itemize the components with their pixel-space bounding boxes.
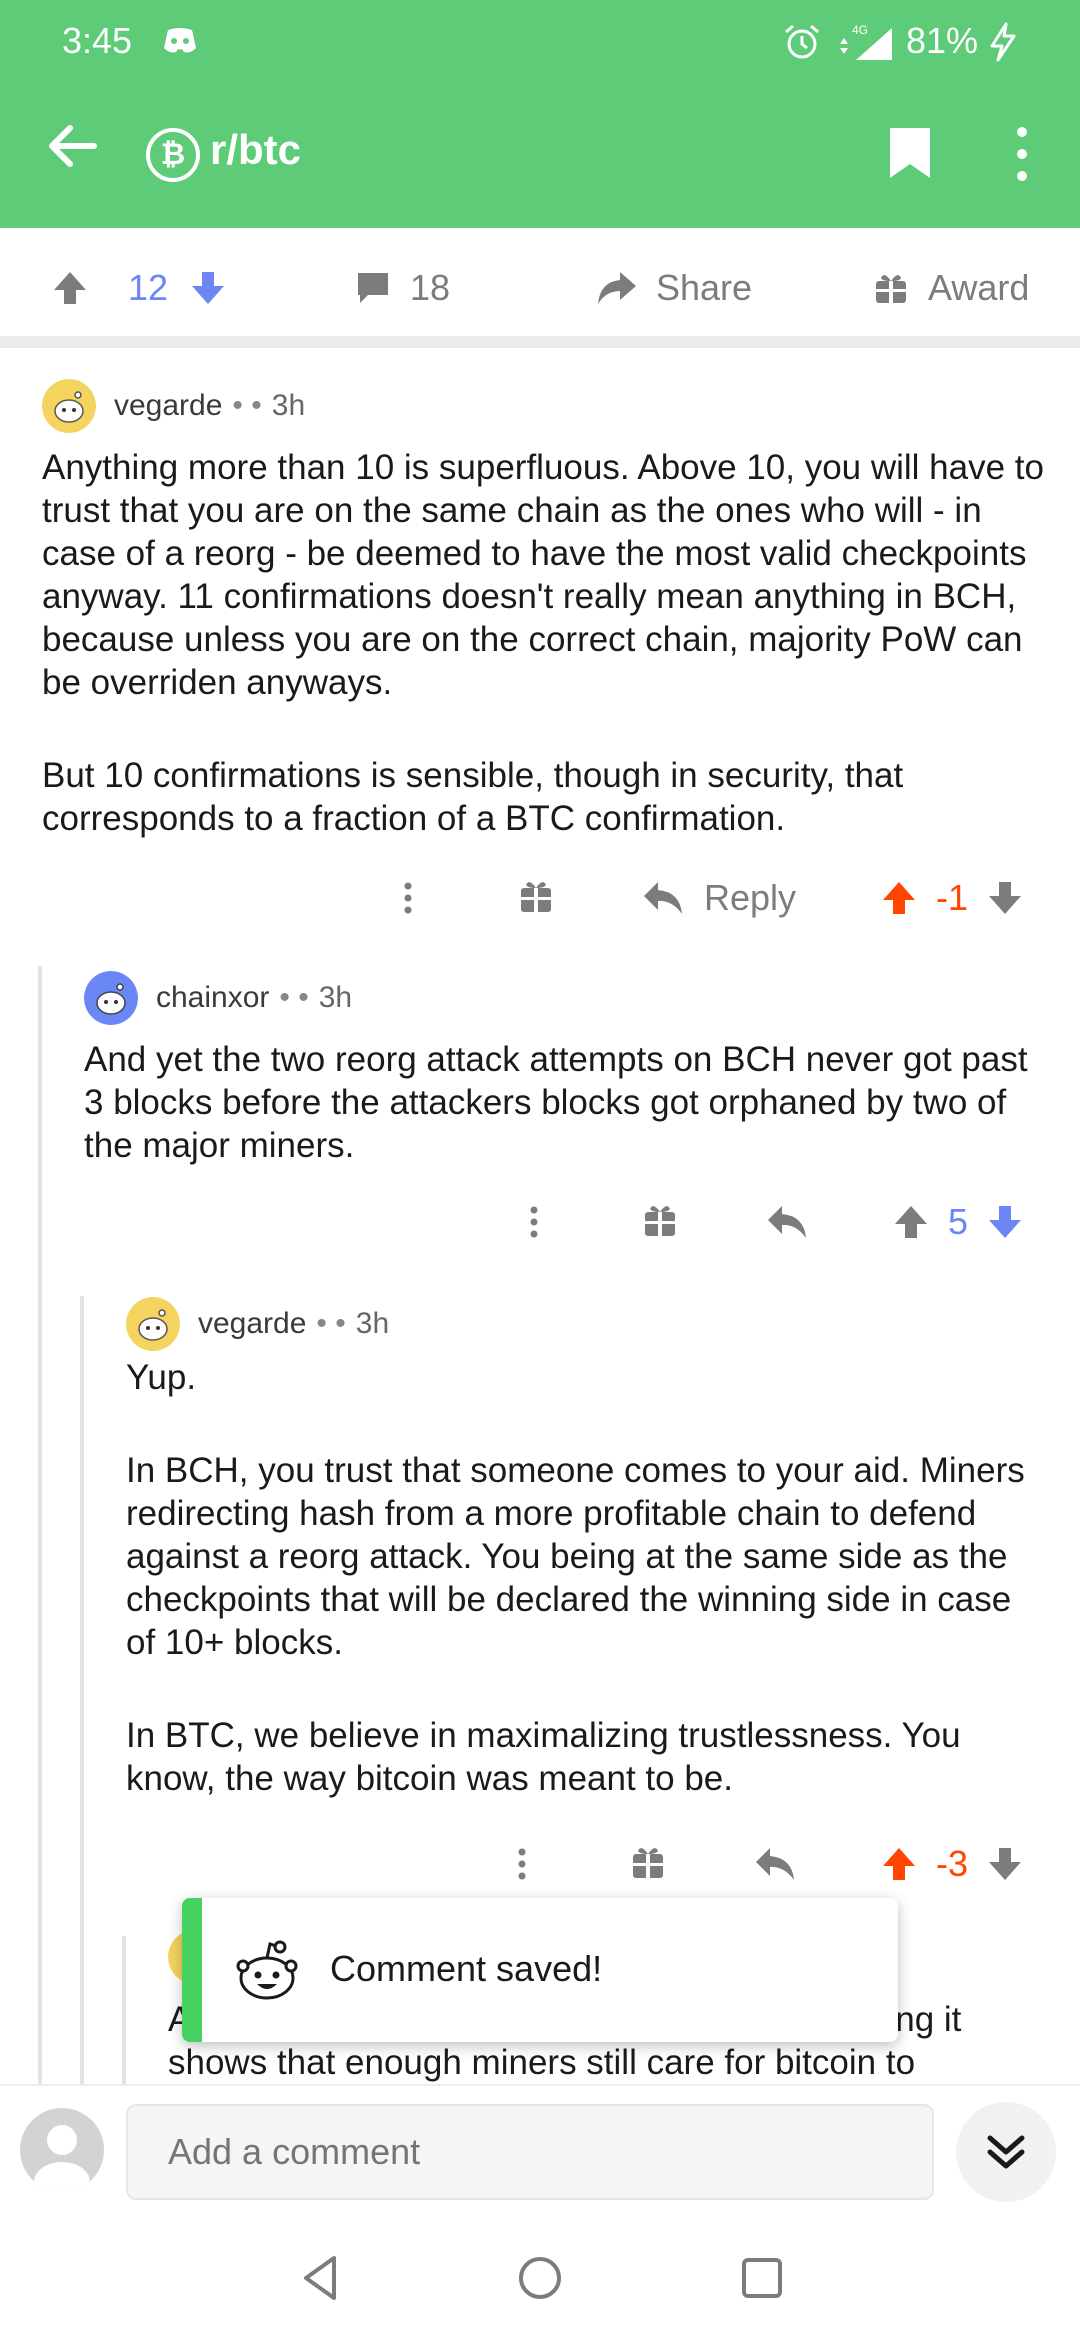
toast-message: Comment saved! [330, 1948, 603, 1989]
comment-header: chainxor • • 3h [84, 970, 1044, 1026]
back-arrow-icon[interactable] [44, 118, 100, 174]
upvote-icon[interactable] [892, 1202, 930, 1242]
comment: chainxor • • 3h And yet the two reorg at… [84, 970, 1044, 1167]
comment-actions: -3 [0, 1834, 1080, 1894]
thread-line[interactable] [122, 1936, 126, 2086]
divider [0, 336, 1080, 348]
nav-home-icon[interactable] [512, 2250, 568, 2306]
reply-button[interactable]: Reply [642, 868, 796, 928]
downvote-icon[interactable] [986, 878, 1024, 918]
comment-header: vegarde • • 3h [42, 378, 1052, 434]
comment-paragraph: In BTC, we believe in maximalizing trust… [126, 1716, 961, 1798]
comment-author[interactable]: vegarde [198, 1307, 306, 1341]
gift-icon [876, 275, 906, 303]
snoo-icon [236, 1940, 298, 2000]
upvote-icon[interactable] [50, 268, 90, 308]
comment-score: -1 [936, 877, 969, 918]
comment: vegarde • • 3h Anything more than 10 is … [42, 378, 1052, 840]
separator-dot: • • [279, 981, 309, 1014]
comment-age: 3h [318, 981, 353, 1014]
post-score: 12 [128, 267, 169, 308]
more-options-icon[interactable] [510, 1834, 534, 1894]
thread-line[interactable] [80, 1296, 84, 2086]
status-bar: 3:45 4G 81% [0, 0, 1080, 80]
separator-dot: • • [232, 389, 262, 422]
comment-paragraph: Anything more than 10 is superfluous. Ab… [42, 448, 1044, 702]
avatar[interactable] [84, 971, 138, 1025]
comment-age: 3h [355, 1307, 390, 1340]
system-nav-bar [0, 2216, 1080, 2340]
downvote-icon[interactable] [986, 1844, 1024, 1884]
more-options-icon[interactable] [522, 1192, 546, 1252]
comment-score: 5 [948, 1201, 969, 1242]
comment-bubble-icon [358, 273, 388, 303]
avatar[interactable] [42, 379, 96, 433]
app-header: 3:45 4G 81% ₿ r/btc [0, 0, 1080, 228]
award-label: Award [928, 267, 1030, 308]
comments-count: 18 [410, 267, 451, 308]
comment-author[interactable]: vegarde [114, 389, 222, 423]
share-arrow-icon [598, 272, 636, 304]
comment-composer-bar [0, 2084, 1080, 2216]
gift-icon[interactable] [518, 868, 554, 928]
comment-vote-group: -3 [880, 1834, 1024, 1894]
battery-level: 81% [906, 20, 979, 61]
comment-paragraph: But 10 confirmations is sensible, though… [42, 756, 904, 838]
reply-arrow-icon[interactable] [754, 1834, 796, 1894]
comment-author[interactable]: chainxor [156, 981, 269, 1015]
comment-actions: Reply -1 [0, 868, 1080, 928]
discord-icon [164, 28, 196, 53]
alarm-icon [785, 24, 819, 59]
downvote-icon[interactable] [986, 1202, 1024, 1242]
comment-text-fragment: shows that enough miners still care for … [168, 2043, 916, 2082]
user-avatar[interactable] [20, 2108, 104, 2192]
more-options-icon[interactable] [396, 868, 420, 928]
reply-label: Reply [704, 877, 797, 918]
nav-recents-icon[interactable] [734, 2250, 790, 2306]
nav-back-icon[interactable] [294, 2250, 350, 2306]
comment-paragraph: In BCH, you trust that someone comes to … [126, 1451, 1025, 1662]
comment-body: Anything more than 10 is superfluous. Ab… [42, 446, 1052, 840]
toast-notification[interactable]: Comment saved! [182, 1898, 898, 2042]
separator-dot: • • [316, 1307, 346, 1340]
post-vote-group: 12 [50, 258, 246, 318]
bookmark-icon[interactable] [886, 124, 934, 182]
subreddit-icon[interactable]: ₿ [146, 128, 200, 182]
comment-paragraph: And yet the two reorg attack attempts on… [84, 1040, 1028, 1165]
gift-icon[interactable] [630, 1834, 666, 1894]
comments-button[interactable]: 18 [354, 258, 450, 318]
svg-text:4G: 4G [852, 23, 868, 37]
share-label: Share [656, 267, 753, 308]
avatar[interactable] [126, 1297, 180, 1351]
post-action-bar: 12 18 Share Award [0, 228, 1080, 348]
comment-body: And yet the two reorg attack attempts on… [84, 1038, 1044, 1167]
signal-icon: 4G [840, 23, 892, 60]
upvote-icon[interactable] [880, 878, 918, 918]
share-button[interactable]: Share [596, 258, 752, 318]
comment-vote-group: 5 [892, 1192, 1024, 1252]
thread-line[interactable] [38, 966, 42, 2086]
toast-accent-bar [182, 1898, 202, 2042]
comment-age: 3h [271, 389, 306, 422]
jump-next-button[interactable] [956, 2102, 1056, 2202]
gift-icon[interactable] [642, 1192, 678, 1252]
subreddit-name[interactable]: r/btc [210, 126, 301, 174]
upvote-icon[interactable] [880, 1844, 918, 1884]
comment-actions: 5 [0, 1192, 1080, 1252]
comment: vegarde • • 3h Yup. In BCH, you trust th… [126, 1296, 1046, 1800]
double-chevron-down-icon [987, 2135, 1025, 2169]
more-options-icon[interactable] [1004, 124, 1040, 184]
award-button[interactable]: Award [872, 258, 1029, 318]
add-comment-input[interactable] [126, 2104, 934, 2200]
comment-vote-group: -1 [880, 868, 1024, 928]
downvote-icon[interactable] [188, 268, 228, 308]
charging-icon [990, 22, 1016, 62]
comment-paragraph: Yup. [126, 1358, 197, 1397]
comment-body: Yup. In BCH, you trust that someone come… [126, 1356, 1046, 1800]
comment-header: vegarde • • 3h [126, 1296, 1046, 1352]
reply-arrow-icon[interactable] [766, 1192, 808, 1252]
comment-score: -3 [936, 1843, 969, 1884]
reply-arrow-icon [644, 882, 682, 914]
status-time: 3:45 [62, 20, 133, 61]
